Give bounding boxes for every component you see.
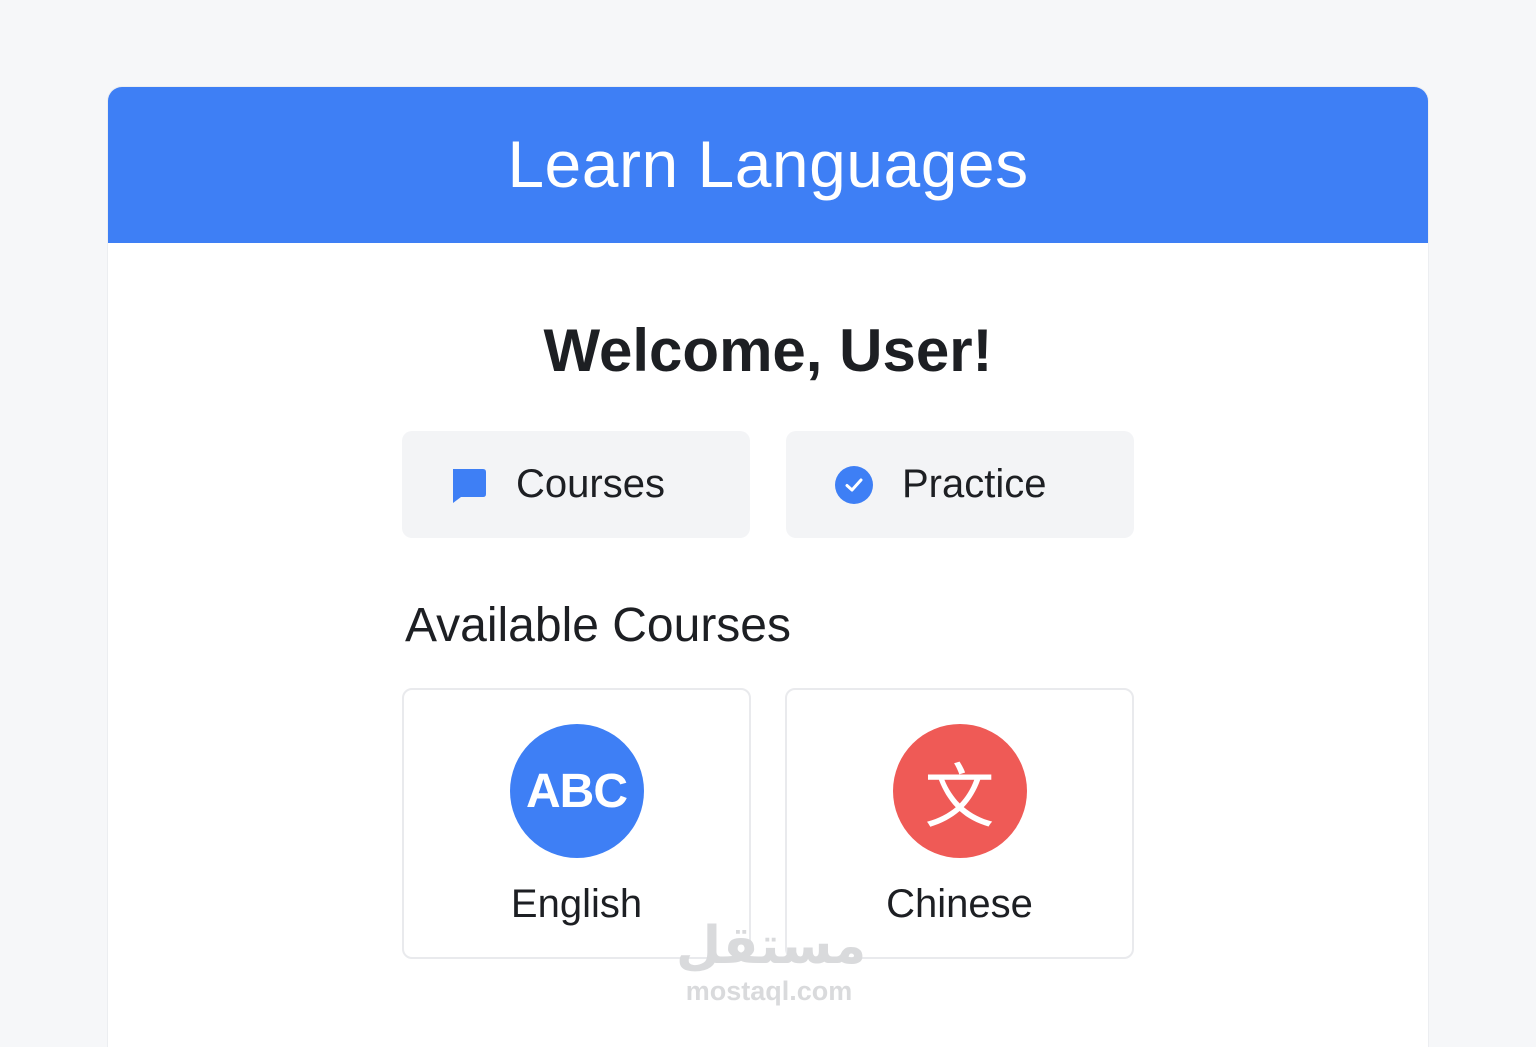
app-header: Learn Languages <box>108 87 1428 243</box>
courses-button-label: Courses <box>516 462 665 506</box>
course-card-chinese[interactable]: 文 Chinese <box>785 688 1134 959</box>
course-name-chinese: Chinese <box>886 882 1033 926</box>
course-name-english: English <box>510 882 643 926</box>
chinese-character-icon: 文 <box>892 724 1027 858</box>
courses-button[interactable]: Courses <box>402 431 750 538</box>
quick-actions: Courses Practice <box>402 431 1134 538</box>
app-title: Learn Languages <box>507 127 1029 201</box>
course-card-english[interactable]: ABC English <box>402 688 751 959</box>
practice-button[interactable]: Practice <box>786 431 1134 538</box>
available-courses-heading: Available Courses <box>405 599 791 652</box>
welcome-heading: Welcome, User! <box>543 317 993 384</box>
abc-icon: ABC <box>509 724 644 858</box>
main-content: Welcome, User! Courses Practice Availabl… <box>402 315 1134 959</box>
app-window: Learn Languages Welcome, User! Courses P… <box>108 87 1428 1047</box>
practice-button-label: Practice <box>902 462 1047 506</box>
check-circle-icon <box>834 465 874 505</box>
courses-grid: ABC English 文 Chinese <box>402 688 1134 959</box>
chat-bubble-icon <box>448 465 488 505</box>
